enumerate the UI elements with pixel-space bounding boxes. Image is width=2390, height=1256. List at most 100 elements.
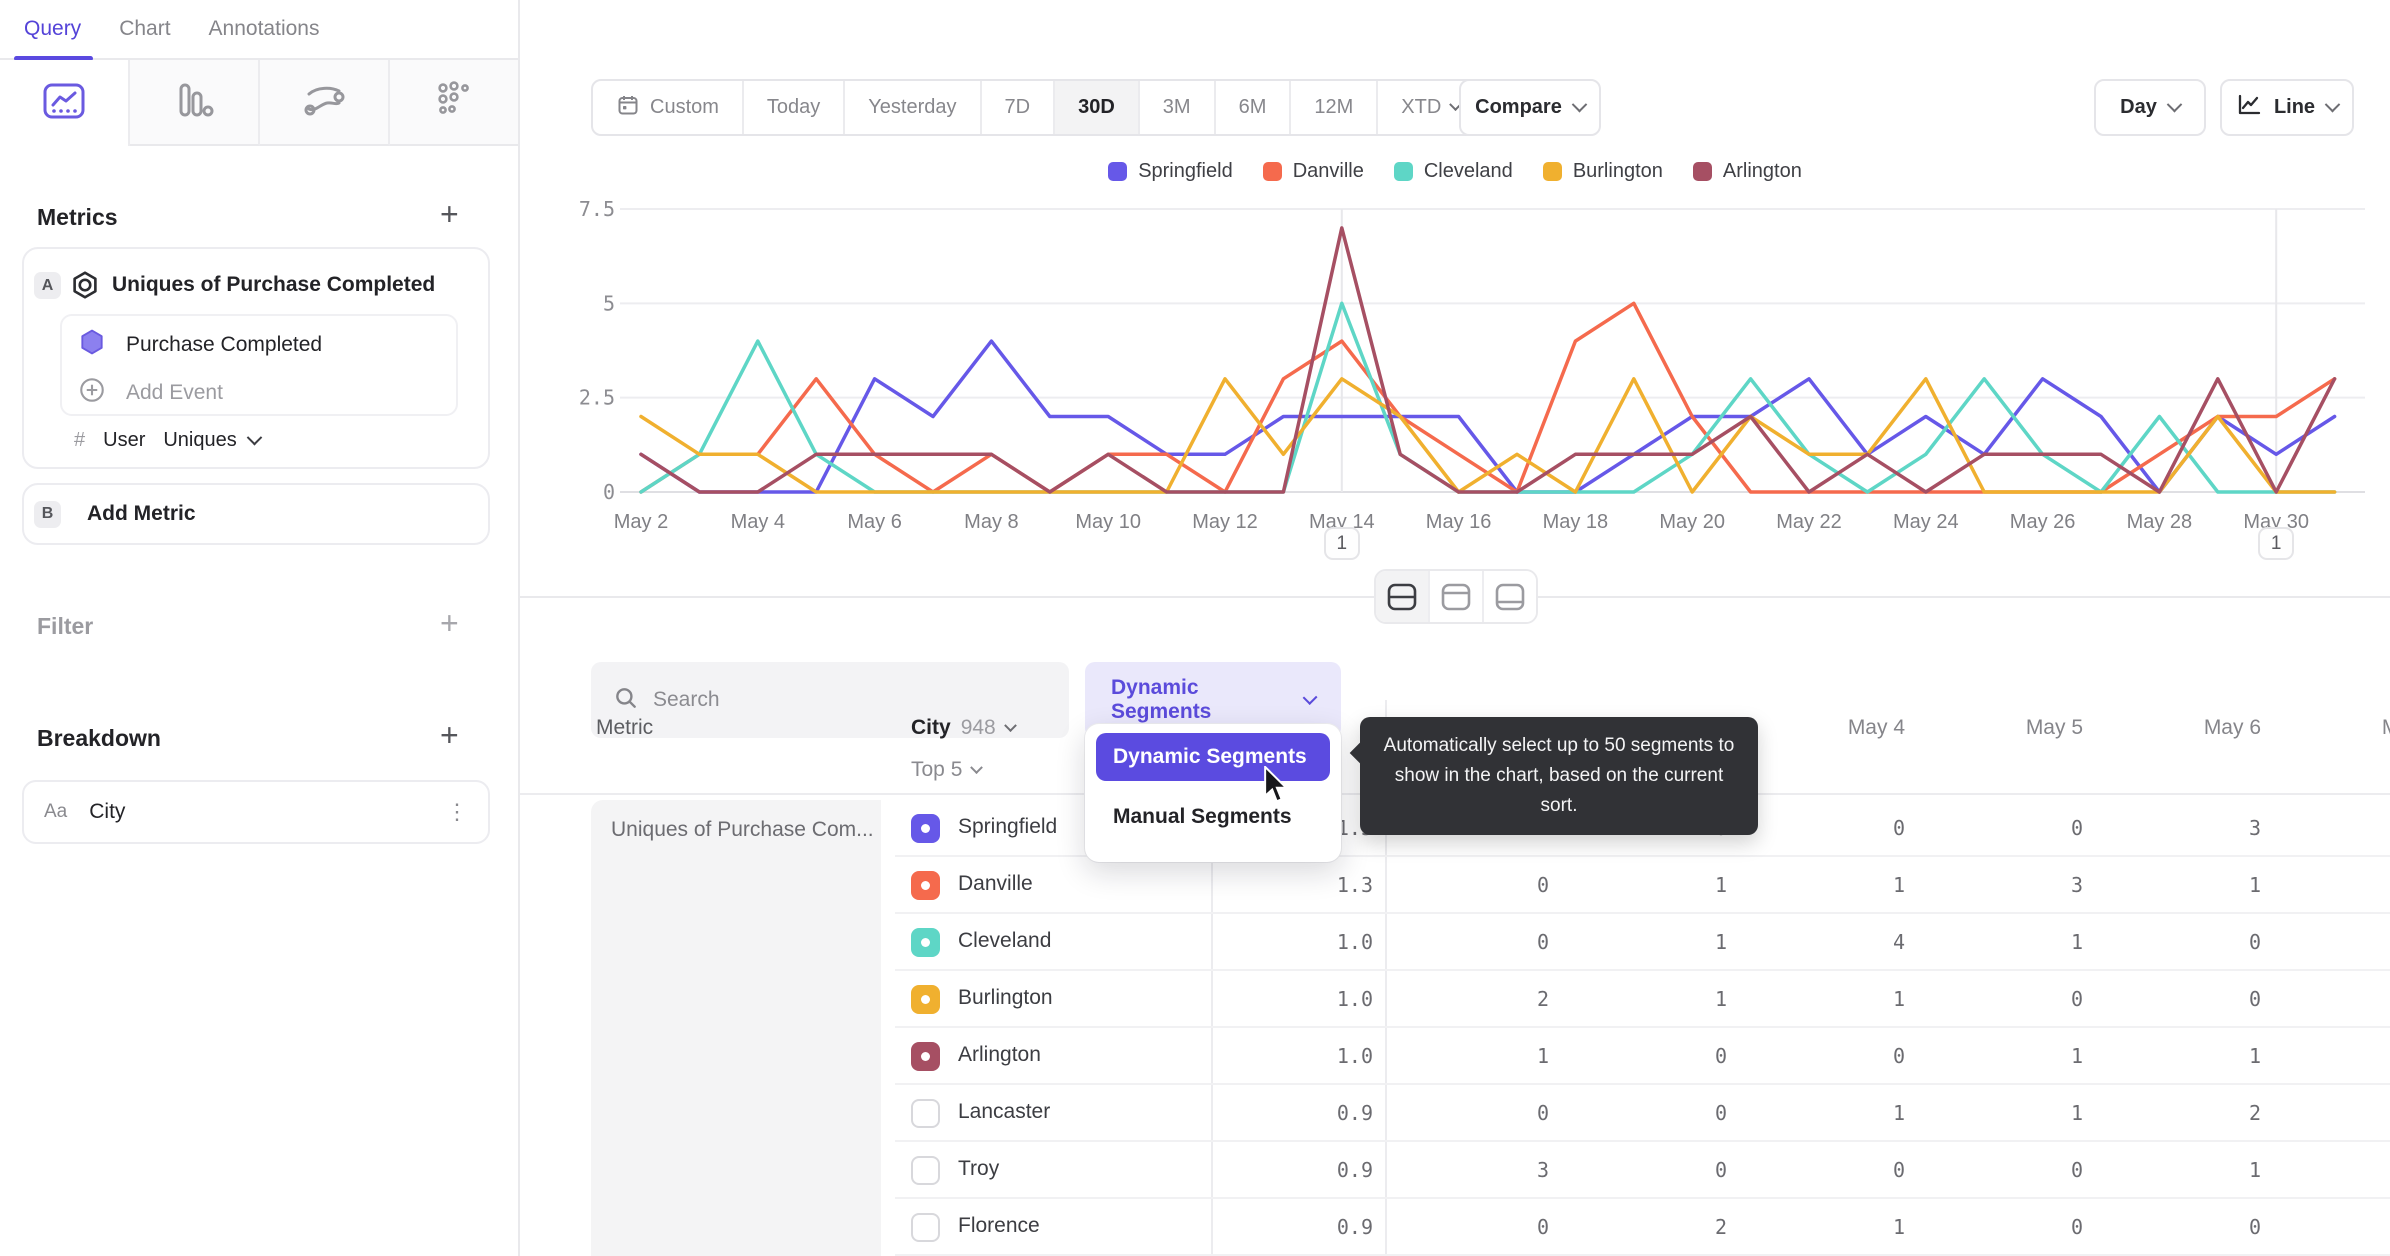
- segment-day-value: 0: [1536, 930, 1549, 954]
- chart-style-line-button[interactable]: Line: [2220, 79, 2354, 136]
- svg-text:5: 5: [603, 291, 615, 315]
- svg-text:May 24: May 24: [1893, 511, 1959, 533]
- segment-avg-value: 1.0: [1336, 987, 1373, 1011]
- top-n-dropdown[interactable]: Top 5: [911, 758, 984, 782]
- range-12m-button[interactable]: 12M: [1289, 81, 1376, 134]
- chart-type-bar-button[interactable]: [130, 60, 260, 146]
- segment-checkbox-checked[interactable]: [911, 928, 940, 957]
- sidebar-tabbar: Query Chart Annotations: [0, 0, 520, 61]
- table-row-troy[interactable]: Troy 0.9 3 0 0 0 1: [895, 1142, 2390, 1199]
- segment-day-value: 1: [1892, 987, 1905, 1011]
- compare-button[interactable]: Compare: [1459, 79, 1601, 136]
- event-name: Purchase Completed: [126, 332, 323, 356]
- interval-day-button[interactable]: Day: [2094, 79, 2206, 136]
- svg-text:May 10: May 10: [1075, 511, 1141, 533]
- svg-text:May 6: May 6: [847, 511, 901, 533]
- stream-icon: [301, 79, 347, 126]
- measure-selector[interactable]: # User Uniques: [74, 429, 263, 452]
- date-column-header: May 4: [1847, 716, 1905, 739]
- menu-item-dynamic-segments[interactable]: Dynamic Segments: [1096, 733, 1330, 781]
- layout-bottom-icon[interactable]: [1482, 571, 1536, 622]
- segment-day-value: 1: [1892, 873, 1905, 897]
- table-row-florence[interactable]: Florence 0.9 0 2 1 0 0: [895, 1199, 2390, 1256]
- range-3m-button[interactable]: 3M: [1137, 81, 1214, 134]
- breakdown-property-label: City: [89, 800, 126, 823]
- range-yesterday-button[interactable]: Yesterday: [843, 81, 979, 134]
- add-event-label: Add Event: [126, 380, 223, 404]
- line-chart-mini-icon: [2236, 93, 2262, 123]
- measure-prefix: #: [74, 429, 86, 451]
- annotation-badge[interactable]: 1: [1323, 527, 1360, 560]
- segment-checkbox-unchecked[interactable]: [911, 1213, 940, 1242]
- segment-day-value: 0: [1536, 1215, 1549, 1239]
- table-row-danville[interactable]: Danville 1.3 0 1 1 3 1: [895, 857, 2390, 914]
- segment-day-value: 0: [2070, 1215, 2083, 1239]
- menu-item-manual-segments[interactable]: Manual Segments: [1096, 793, 1330, 841]
- layout-split-icon[interactable]: [1376, 571, 1428, 622]
- tab-query[interactable]: Query: [13, 0, 94, 61]
- add-metric-plus-button[interactable]: +: [440, 198, 459, 230]
- app-root: Query Chart Annotations Metrics + A Uniq…: [0, 0, 2390, 1256]
- segment-day-value: 0: [1714, 1158, 1727, 1182]
- tab-chart[interactable]: Chart: [119, 0, 170, 59]
- segment-name: Burlington: [958, 986, 1053, 1009]
- segment-checkbox-checked[interactable]: [911, 814, 940, 843]
- date-column-header: May 6: [2203, 716, 2261, 739]
- table-row-cleveland[interactable]: Cleveland 1.0 0 1 4 1 0: [895, 914, 2390, 971]
- segment-day-value: 1: [2070, 930, 2083, 954]
- segment-name: Arlington: [958, 1043, 1041, 1066]
- add-breakdown-plus-button[interactable]: +: [440, 719, 459, 751]
- search-input[interactable]: [653, 688, 1047, 712]
- bar-chart-icon: [171, 79, 217, 126]
- add-circle-icon: [78, 376, 106, 409]
- segment-day-value: 3: [1536, 1158, 1549, 1182]
- metric-column-header: Metric: [596, 716, 654, 739]
- segment-checkbox-unchecked[interactable]: [911, 1099, 940, 1128]
- add-filter-plus-button[interactable]: +: [440, 607, 459, 639]
- svg-text:May 2: May 2: [614, 511, 668, 533]
- segment-avg-value: 0.9: [1336, 1215, 1373, 1239]
- annotation-badge[interactable]: 1: [2258, 527, 2295, 560]
- event-hexagon-icon: [78, 328, 106, 361]
- range-6m-button[interactable]: 6M: [1213, 81, 1290, 134]
- table-row-lancaster[interactable]: Lancaster 0.9 0 0 1 1 2: [895, 1085, 2390, 1142]
- segment-avg-value: 1.0: [1336, 1044, 1373, 1068]
- segment-day-value: 0: [1892, 816, 1905, 840]
- segment-checkbox-checked[interactable]: [911, 871, 940, 900]
- date-column-header: May 5: [2025, 716, 2083, 739]
- sidebar: Query Chart Annotations Metrics + A Uniq…: [0, 0, 520, 1256]
- add-metric-label: Add Metric: [87, 502, 196, 525]
- table-row-burlington[interactable]: Burlington 1.0 2 1 1 0 0: [895, 971, 2390, 1028]
- segment-day-value: 1: [1536, 1044, 1549, 1068]
- segment-avg-value: 1.0: [1336, 930, 1373, 954]
- range-label: Today: [766, 96, 821, 118]
- range-label: 7D: [1004, 96, 1031, 118]
- segment-checkbox-unchecked[interactable]: [911, 1156, 940, 1185]
- segment-day-value: 1: [1714, 987, 1727, 1011]
- segment-day-value: 0: [1714, 1101, 1727, 1125]
- segment-day-value: 0: [1714, 1044, 1727, 1068]
- metric-b-add-card[interactable]: B Add Metric: [22, 483, 490, 545]
- range-custom-button[interactable]: Custom: [593, 81, 742, 134]
- cursor-arrow-icon: [1264, 766, 1289, 803]
- layout-top-icon[interactable]: [1428, 571, 1482, 622]
- range-30d-button[interactable]: 30D: [1053, 81, 1138, 134]
- kebab-icon[interactable]: ⋮: [446, 800, 468, 822]
- metric-a-card[interactable]: A Uniques of Purchase Completed Purchase…: [22, 247, 490, 469]
- table-row-arlington[interactable]: Arlington 1.0 1 0 0 1 1: [895, 1028, 2390, 1085]
- range-7d-button[interactable]: 7D: [979, 81, 1054, 134]
- svg-text:May 12: May 12: [1192, 511, 1258, 533]
- range-today-button[interactable]: Today: [741, 81, 843, 134]
- top-n-label: Top 5: [911, 758, 963, 781]
- range-label: XTD: [1401, 96, 1442, 118]
- add-event-button[interactable]: Add Event: [78, 376, 223, 409]
- chart-type-stream-button[interactable]: [260, 60, 390, 146]
- chart-type-scatter-button[interactable]: [390, 60, 518, 146]
- event-purchase-completed[interactable]: Purchase Completed: [78, 328, 322, 361]
- tab-annotations[interactable]: Annotations: [209, 0, 320, 59]
- chart-type-line-button[interactable]: [0, 60, 130, 146]
- breakdown-city-card[interactable]: Aa City ⋮: [22, 780, 490, 844]
- metric-a-badge: A: [34, 272, 61, 299]
- segment-checkbox-checked[interactable]: [911, 1042, 940, 1071]
- segment-checkbox-checked[interactable]: [911, 985, 940, 1014]
